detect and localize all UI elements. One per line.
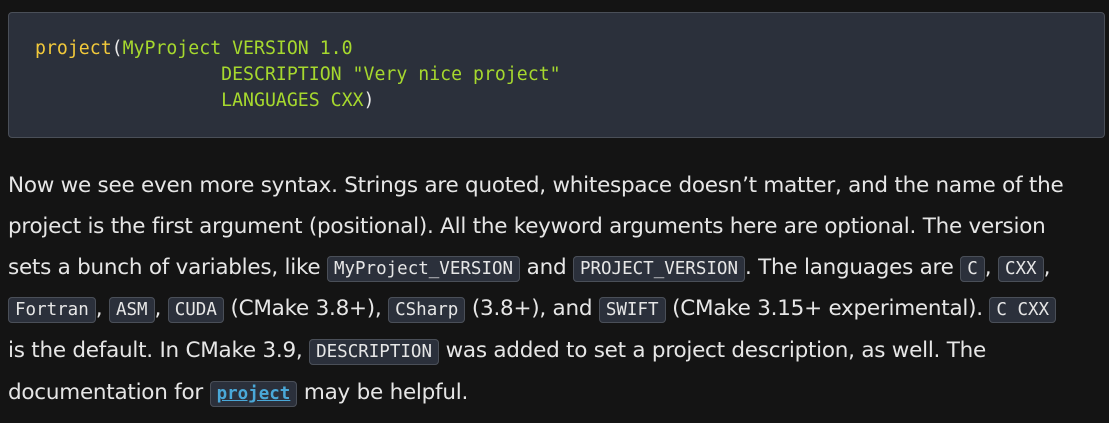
inline-code-fortran: Fortran — [8, 297, 96, 324]
text: and — [520, 254, 573, 280]
text: project is the first argument (positiona… — [8, 213, 1046, 239]
paragraph-line: project is the first argument (positiona… — [8, 207, 1108, 248]
inline-code-cxx: CXX — [997, 255, 1044, 282]
inline-code-c-cxx: C CXX — [989, 297, 1057, 324]
inline-code-description: DESCRIPTION — [309, 339, 439, 366]
page: project(MyProject VERSION 1.0 DESCRIPTIO… — [0, 0, 1109, 423]
inline-code-cuda: CUDA — [167, 297, 224, 324]
text: (CMake 3.15+ experimental). — [665, 296, 990, 322]
paragraph-line: Now we see even more syntax. Strings are… — [8, 166, 1108, 207]
code-args-line-2: DESCRIPTION "Very nice project" — [221, 64, 561, 85]
code-line-2: DESCRIPTION "Very nice project" — [35, 64, 561, 85]
text: . The languages are — [745, 254, 961, 280]
text: , — [95, 296, 109, 322]
code-block: project(MyProject VERSION 1.0 DESCRIPTIO… — [8, 12, 1105, 138]
code-function-name: project — [35, 38, 112, 59]
text: (CMake 3.8+), — [223, 296, 389, 322]
inline-code-swift: SWIFT — [598, 297, 666, 324]
text: (3.8+), and — [465, 296, 599, 322]
paragraph-line: is the default. In CMake 3.9, DESCRIPTIO… — [8, 331, 1108, 373]
code-close-paren: ) — [363, 90, 375, 111]
text: Now we see even more syntax. Strings are… — [8, 173, 1064, 198]
paragraph-line: sets a bunch of variables, like MyProjec… — [8, 248, 1108, 290]
inline-code-csharp: CSharp — [388, 297, 466, 324]
text: , — [1043, 254, 1051, 280]
inline-code-myproject-version: MyProject_VERSION — [326, 255, 521, 282]
text: sets a bunch of variables, like — [8, 254, 327, 280]
project-doc-link[interactable]: project — [209, 380, 298, 407]
code-args-line-1: MyProject VERSION 1.0 — [122, 38, 353, 59]
text: was added to set a project description, … — [439, 338, 987, 364]
text: is the default. In CMake 3.9, — [8, 338, 310, 364]
text: , — [154, 296, 168, 322]
paragraph-line: Fortran, ASM, CUDA (CMake 3.8+), CSharp … — [8, 289, 1108, 331]
text: may be helpful. — [297, 379, 469, 405]
body-paragraph: Now we see even more syntax. Strings are… — [8, 166, 1108, 415]
code-snippet: project(MyProject VERSION 1.0 DESCRIPTIO… — [35, 36, 561, 114]
inline-code-project-version: PROJECT_VERSION — [572, 255, 745, 282]
inline-code-asm: ASM — [108, 297, 155, 324]
paragraph-line: documentation for project may be helpful… — [8, 373, 1108, 415]
inline-code-c: C — [960, 255, 985, 282]
code-open-paren: ( — [111, 38, 123, 59]
code-line-3: LANGUAGES CXX) — [35, 90, 374, 111]
code-line-1: project(MyProject VERSION 1.0 — [35, 38, 353, 59]
code-args-line-3: LANGUAGES CXX — [221, 90, 364, 111]
text: documentation for — [8, 379, 210, 405]
text: , — [984, 254, 998, 280]
